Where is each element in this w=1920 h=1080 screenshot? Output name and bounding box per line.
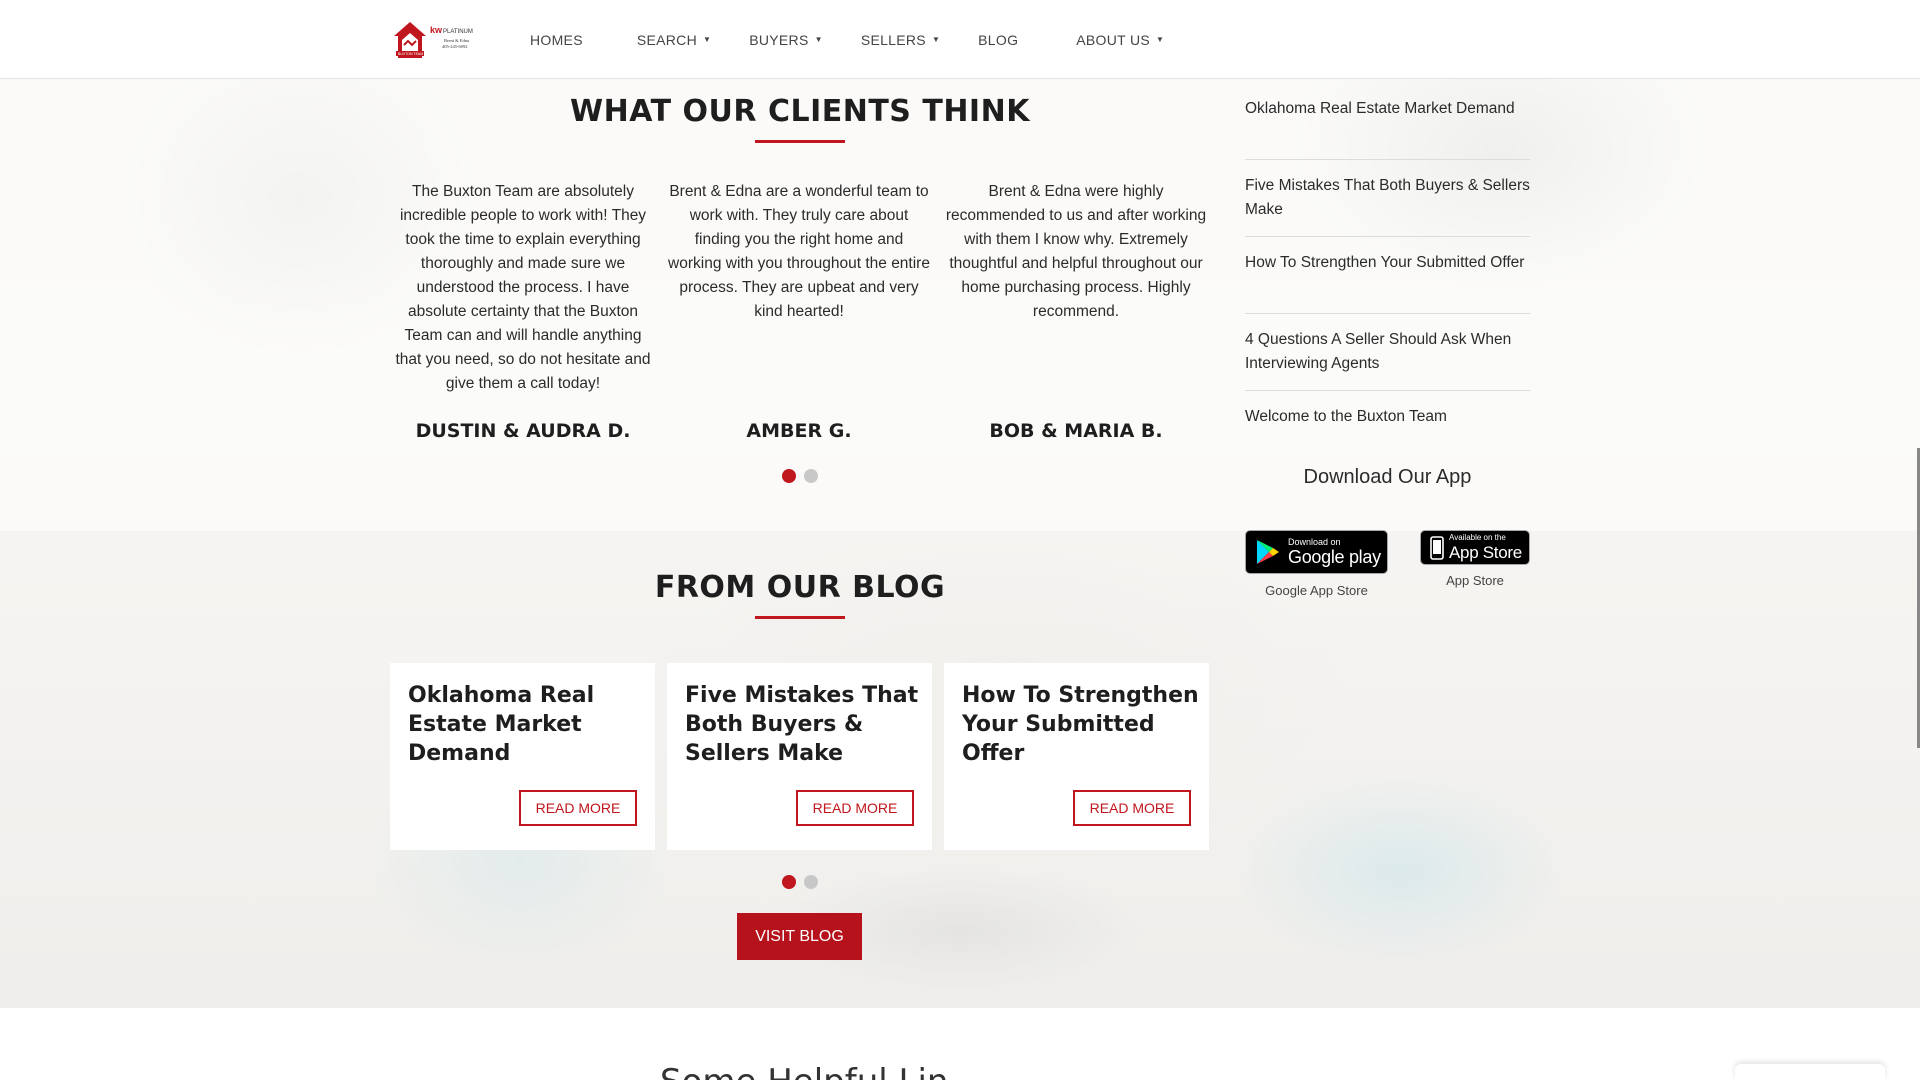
- title-underline: [755, 616, 845, 619]
- sidebar-post-link[interactable]: Five Mistakes That Both Buyers & Sellers…: [1245, 174, 1530, 222]
- svg-text:Brent & Edna: Brent & Edna: [444, 38, 469, 43]
- badge-big-text: Google play: [1288, 547, 1381, 567]
- divider: [1245, 236, 1530, 237]
- badge-big-text: App Store: [1449, 542, 1522, 562]
- divider: [1245, 313, 1530, 314]
- title-underline: [755, 140, 845, 143]
- site-header: kw PLATINUM Brent & Edna 405-245-6092 BU…: [0, 0, 1920, 79]
- sidebar-post-link[interactable]: Oklahoma Real Estate Market Demand: [1245, 97, 1530, 121]
- blog-title: FROM OUR BLOG: [654, 570, 946, 605]
- blog-card-title[interactable]: Five Mistakes That Both Buyers & Sellers…: [685, 681, 925, 768]
- blog-dot-2[interactable]: [804, 875, 818, 889]
- google-play-icon: [1257, 540, 1279, 564]
- testimonial-author: AMBER G.: [746, 420, 852, 442]
- testimonial-author: DUSTIN & AUDRA D.: [415, 420, 631, 442]
- app-store-badge-caption: App Store: [1446, 573, 1504, 588]
- main-nav: HOMES SEARCH ▼ BUYERS ▼ SELLERS ▼ BLOG ABOU…: [530, 0, 1164, 79]
- read-more-button[interactable]: READ MORE: [796, 790, 914, 826]
- caret-down-icon: ▼: [703, 35, 712, 44]
- svg-text:PLATINUM: PLATINUM: [443, 29, 473, 35]
- testimonial-quote: Brent & Edna were highly recommended to …: [945, 183, 1207, 320]
- app-store-badge[interactable]: Available on the App Store: [1420, 530, 1530, 565]
- house-logo-icon: kw PLATINUM Brent & Edna 405-245-6092 BU…: [394, 22, 473, 58]
- blog-dot-1[interactable]: [782, 875, 796, 889]
- svg-text:405-245-6092: 405-245-6092: [442, 44, 468, 49]
- badge-small-text: Download on: [1288, 537, 1341, 547]
- chat-widget[interactable]: [1735, 1064, 1885, 1080]
- helpful-links-title: Some Helpful Lin: [660, 1062, 948, 1080]
- google-play-badge[interactable]: Download on Google play: [1245, 530, 1388, 574]
- blog-card-title[interactable]: How To Strengthen Your Submitted Offer: [962, 681, 1202, 768]
- nav-blog[interactable]: BLOG: [978, 32, 1018, 48]
- google-badge-caption: Google App Store: [1265, 583, 1368, 598]
- links-section: [0, 1008, 1920, 1080]
- sidebar-post-link[interactable]: Welcome to the Buxton Team: [1245, 405, 1530, 429]
- caret-down-icon: ▼: [931, 35, 941, 44]
- nav-search[interactable]: SEARCH ▼: [637, 32, 711, 48]
- logo[interactable]: kw PLATINUM Brent & Edna 405-245-6092 BU…: [392, 20, 482, 60]
- sidebar-post-link[interactable]: 4 Questions A Seller Should Ask When Int…: [1245, 328, 1530, 376]
- svg-text:kw: kw: [430, 25, 443, 35]
- blog-card-title[interactable]: Oklahoma Real Estate Market Demand: [408, 681, 648, 768]
- testimonial-dot-2[interactable]: [804, 469, 818, 483]
- testimonial-author: BOB & MARIA B.: [989, 420, 1163, 442]
- nav-sellers[interactable]: SELLERS ▼: [861, 32, 940, 48]
- blog-card: How To Strengthen Your Submitted Offer R…: [944, 663, 1209, 850]
- visit-blog-button[interactable]: VISIT BLOG: [737, 913, 862, 960]
- blog-card: Five Mistakes That Both Buyers & Sellers…: [667, 663, 932, 850]
- download-app-title: Download Our App: [1303, 466, 1472, 488]
- testimonial-quote: The Buxton Team are absolutely incredibl…: [395, 183, 651, 392]
- phone-icon: [1430, 535, 1444, 560]
- blog-card: Oklahoma Real Estate Market Demand READ …: [390, 663, 655, 850]
- nav-homes[interactable]: HOMES: [530, 32, 583, 48]
- divider: [1245, 159, 1530, 160]
- svg-text:BUXTON TEAM: BUXTON TEAM: [398, 52, 423, 56]
- sidebar-post-link[interactable]: How To Strengthen Your Submitted Offer: [1245, 251, 1530, 275]
- caret-down-icon: ▼: [814, 35, 823, 44]
- nav-buyers[interactable]: BUYERS ▼: [749, 32, 823, 48]
- nav-about-us[interactable]: ABOUT US ▼: [1076, 32, 1164, 48]
- caret-down-icon: ▼: [1156, 35, 1165, 44]
- divider: [1245, 390, 1530, 391]
- read-more-button[interactable]: READ MORE: [519, 790, 637, 826]
- read-more-button[interactable]: READ MORE: [1073, 790, 1191, 826]
- testimonial-dot-1[interactable]: [782, 469, 796, 483]
- badge-small-text: Available on the: [1449, 532, 1506, 542]
- testimonials-title: WHAT OUR CLIENTS THINK: [570, 94, 1030, 129]
- testimonial-quote: Brent & Edna are a wonderful team to wor…: [668, 183, 930, 320]
